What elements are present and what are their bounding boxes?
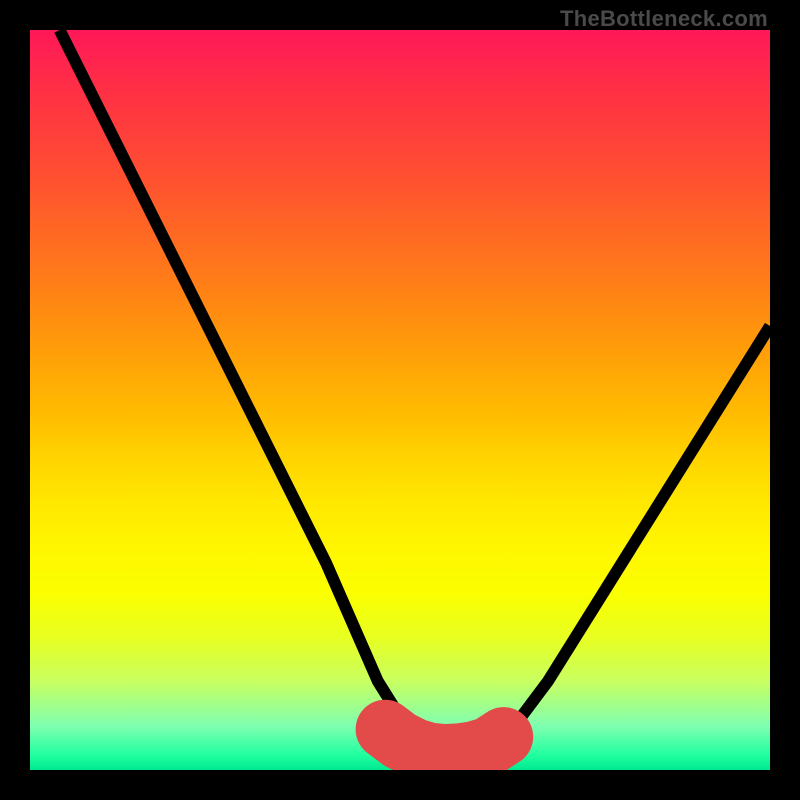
- chart-lines: [30, 30, 770, 770]
- accent-segment: [385, 729, 503, 753]
- main-curve: [60, 30, 770, 755]
- watermark-text: TheBottleneck.com: [560, 6, 768, 32]
- chart-container: TheBottleneck.com: [0, 0, 800, 800]
